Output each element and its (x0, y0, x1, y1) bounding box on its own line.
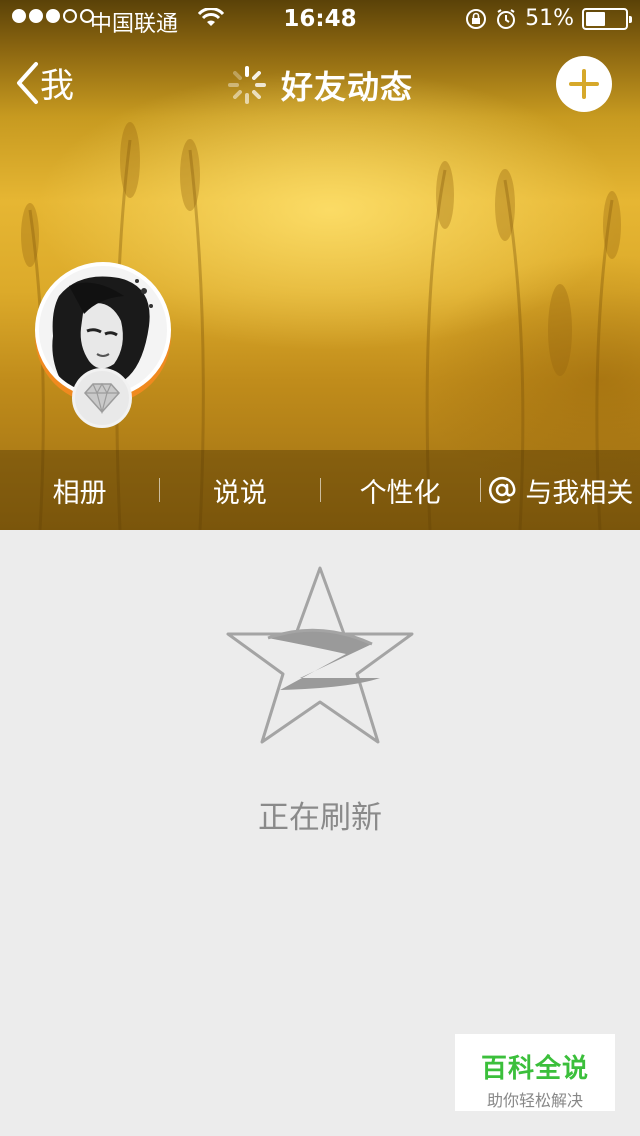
tab-album[interactable]: 相册 (0, 471, 159, 510)
battery-percent: 51% (525, 6, 574, 31)
alarm-icon (497, 8, 516, 29)
qzone-star-logo-icon (226, 566, 414, 744)
refreshing-text: 正在刷新 (258, 800, 382, 836)
watermark-badge: 百科全说 助你轻松解决 (455, 1034, 615, 1111)
tab-personalize[interactable]: 个性化 (321, 471, 480, 510)
status-bar: 中国联通 16:48 51% (0, 0, 640, 40)
rotation-lock-icon (466, 8, 487, 29)
tab-moments-label: 说说 (212, 477, 267, 509)
battery-level (586, 11, 606, 26)
cover-banner[interactable]: 中国联通 16:48 51% 我 好友动态 相册 说说 个性化 与我相关 (0, 0, 640, 530)
plus-icon (569, 69, 599, 99)
profile-tab-bar: 相册 说说 个性化 与我相关 (0, 450, 640, 530)
diamond-icon (83, 382, 121, 414)
watermark-subtitle: 助你轻松解决 (486, 1091, 583, 1110)
watermark-title: 百科全说 (480, 1054, 589, 1084)
tab-album-label: 相册 (52, 477, 107, 509)
at-icon (489, 476, 516, 504)
tab-related-label: 与我相关 (525, 477, 634, 509)
add-button[interactable] (556, 56, 612, 112)
loading-spinner-icon (227, 66, 266, 104)
refresh-indicator: 正在刷新 (0, 560, 640, 836)
page-title: 好友动态 (280, 68, 413, 106)
nav-title-group: 好友动态 (0, 62, 640, 108)
battery-icon (582, 7, 632, 30)
diamond-badge[interactable] (72, 368, 132, 428)
tab-related-to-me[interactable]: 与我相关 (481, 471, 640, 510)
tab-personalize-label: 个性化 (359, 477, 441, 509)
tab-moments[interactable]: 说说 (160, 471, 319, 510)
